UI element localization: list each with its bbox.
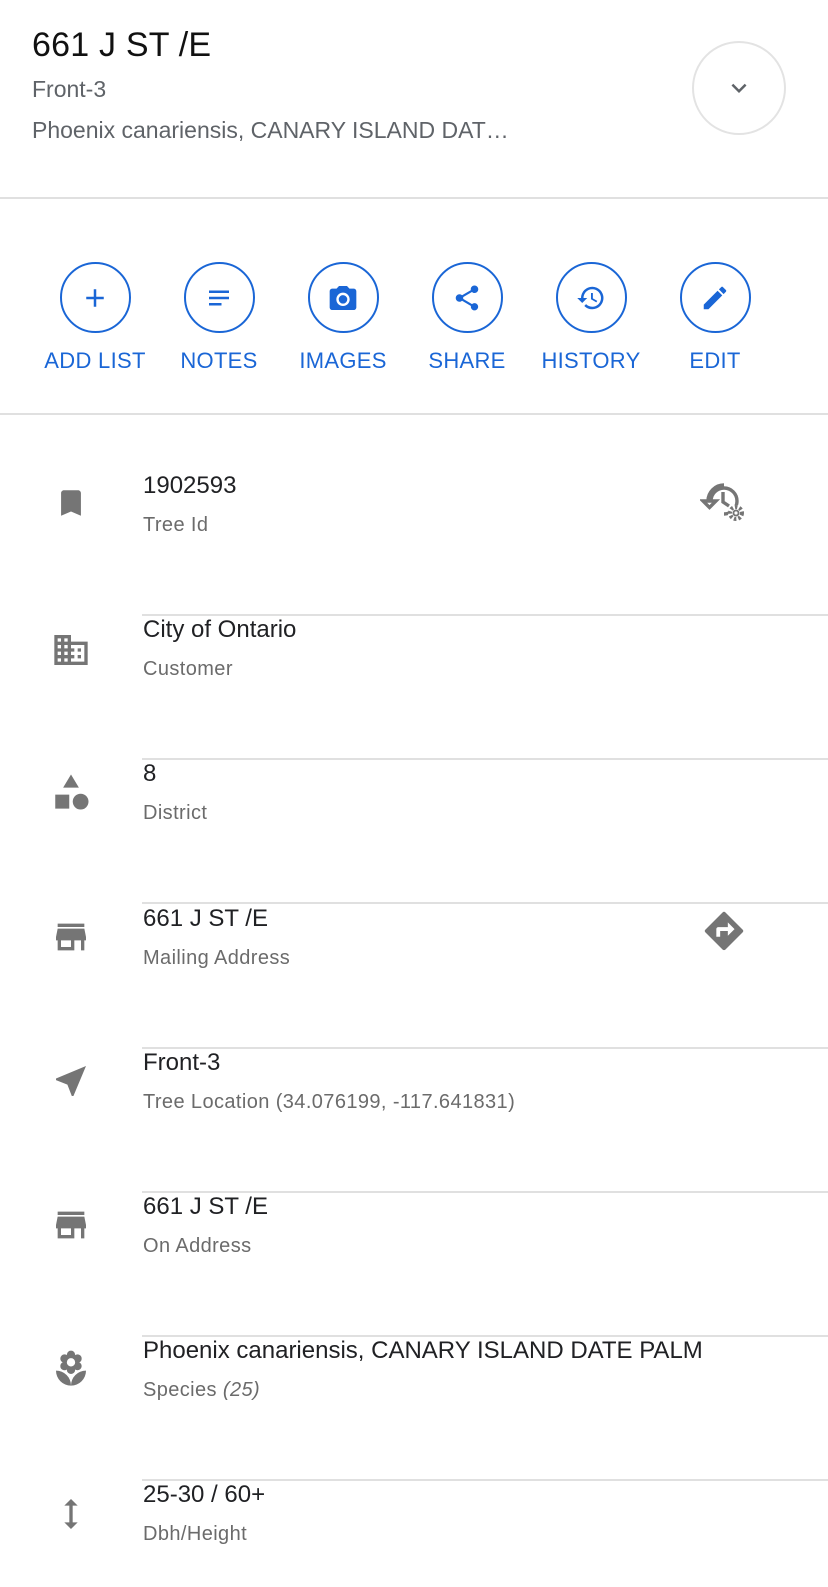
- detail-row-district: 8 District: [0, 760, 828, 904]
- images-button[interactable]: IMAGES: [273, 262, 413, 374]
- tree-id-value: 1902593: [143, 472, 237, 499]
- detail-row-species: Phoenix canariensis, CANARY ISLAND DATE …: [0, 1337, 828, 1481]
- navigation-arrow-icon: [49, 1059, 93, 1103]
- species-label: Species: [143, 1379, 217, 1401]
- page-title: 661 J ST /E: [32, 26, 212, 64]
- edit-button[interactable]: EDIT: [645, 262, 785, 374]
- tree-detail-panel: 661 J ST /E Front-3 Phoenix canariensis,…: [0, 0, 828, 1587]
- share-label: SHARE: [428, 348, 506, 373]
- add-list-label: ADD LIST: [44, 348, 146, 373]
- species-label-line: Species (25): [143, 1379, 260, 1402]
- vertical-arrows-icon: [49, 1492, 93, 1536]
- directions-icon[interactable]: [700, 907, 748, 955]
- species-count: (25): [222, 1379, 261, 1401]
- share-button[interactable]: SHARE: [397, 262, 537, 374]
- on-address-value: 661 J ST /E: [143, 1193, 268, 1220]
- history-settings-icon[interactable]: [700, 477, 748, 525]
- share-icon: [455, 285, 479, 310]
- tree-id-label: Tree Id: [143, 514, 209, 536]
- mailing-address-label: Mailing Address: [143, 947, 291, 969]
- row-divider: [142, 902, 828, 904]
- shapes-icon: [49, 770, 93, 814]
- detail-row-on-address: 661 J ST /E On Address: [0, 1193, 828, 1337]
- camera-icon: [329, 285, 357, 310]
- pencil-icon: [703, 286, 727, 309]
- species-subtitle: Phoenix canariensis, CANARY ISLAND DAT…: [32, 117, 509, 143]
- species-value: Phoenix canariensis, CANARY ISLAND DATE …: [143, 1337, 703, 1364]
- detail-row-dbh-height: 25-30 / 60+ Dbh/Height: [0, 1481, 828, 1587]
- notes-icon: [209, 290, 229, 305]
- chevron-down-icon: [731, 83, 747, 93]
- tree-location-label: Tree Location (34.076199, -117.641831): [143, 1091, 516, 1113]
- detail-row-tree-location: Front-3 Tree Location (34.076199, -117.6…: [0, 1049, 828, 1193]
- mailing-address-value: 661 J ST /E: [143, 905, 268, 932]
- edit-label: EDIT: [689, 348, 741, 373]
- customer-value: City of Ontario: [143, 616, 297, 643]
- dbh-height-label: Dbh/Height: [143, 1523, 248, 1545]
- district-value: 8: [143, 760, 157, 787]
- bookmark-icon: [49, 481, 93, 525]
- collapse-button[interactable]: [692, 41, 786, 135]
- plus-icon: [86, 288, 104, 307]
- building-icon: [49, 628, 93, 672]
- action-bar: ADD LIST NOTES IMAGES SHARE HISTORY EDIT: [0, 199, 828, 415]
- customer-label: Customer: [143, 658, 233, 680]
- add-list-button[interactable]: ADD LIST: [25, 262, 165, 374]
- detail-row-mailing-address: 661 J ST /E Mailing Address: [0, 905, 828, 1049]
- images-label: IMAGES: [299, 348, 387, 373]
- history-icon: [577, 286, 604, 309]
- flower-icon: [49, 1347, 93, 1391]
- history-button[interactable]: HISTORY: [521, 262, 661, 374]
- detail-row-tree-id: 1902593 Tree Id: [0, 472, 828, 616]
- district-label: District: [143, 802, 208, 824]
- location-subtitle: Front-3: [32, 76, 107, 102]
- notes-button[interactable]: NOTES: [149, 262, 289, 374]
- tree-location-value: Front-3: [143, 1049, 221, 1076]
- detail-row-customer: City of Ontario Customer: [0, 616, 828, 760]
- panel-header: 661 J ST /E Front-3 Phoenix canariensis,…: [0, 0, 828, 199]
- storefront-icon: [49, 915, 93, 959]
- on-address-label: On Address: [143, 1235, 252, 1257]
- history-label: HISTORY: [541, 348, 641, 373]
- storefront-icon: [49, 1203, 93, 1247]
- notes-label: NOTES: [180, 348, 258, 373]
- dbh-height-value: 25-30 / 60+: [143, 1481, 266, 1508]
